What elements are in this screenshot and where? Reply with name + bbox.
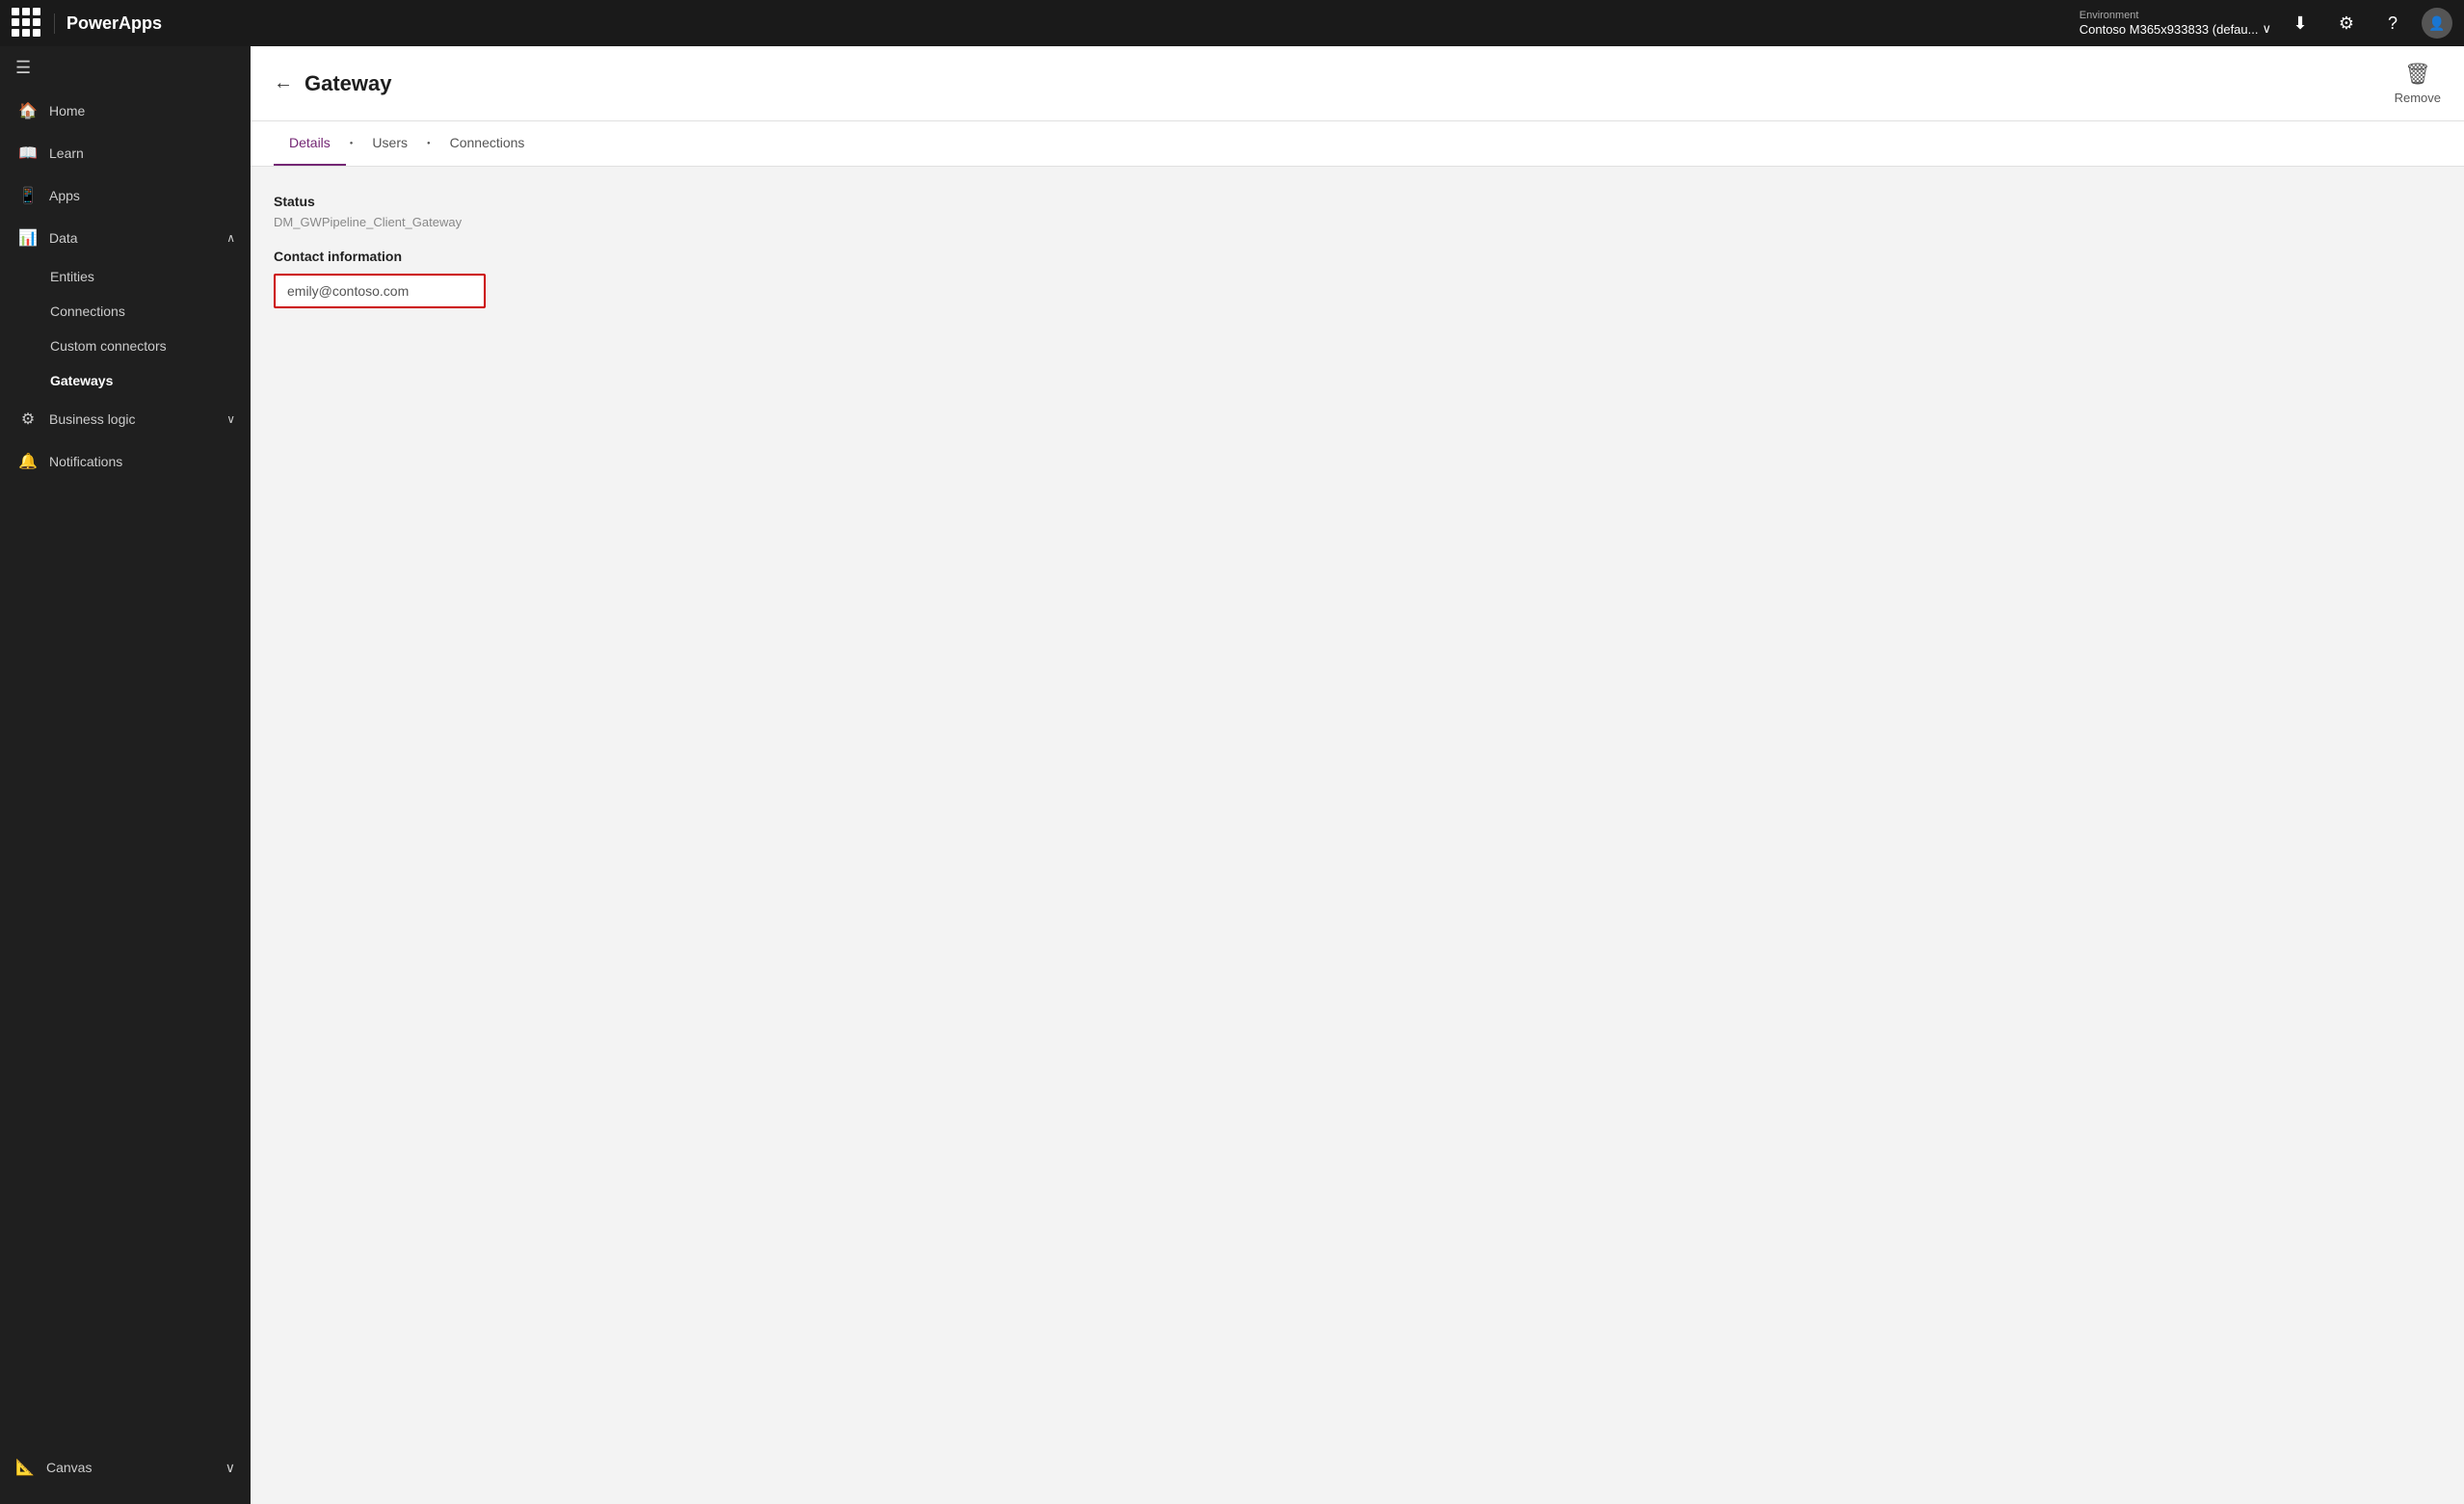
sidebar-item-label: Data <box>49 230 215 246</box>
apps-icon: 📱 <box>18 186 38 205</box>
sidebar-item-label: Learn <box>49 145 235 161</box>
notifications-icon: 🔔 <box>18 452 38 471</box>
sidebar-item-connections[interactable]: Connections <box>0 294 251 329</box>
user-avatar[interactable]: 👤 <box>2422 8 2452 39</box>
sidebar-item-label: Home <box>49 103 235 119</box>
canvas-icon: 📐 <box>15 1458 35 1477</box>
contact-label: Contact information <box>274 249 2441 264</box>
topbar: PowerApps Environment Contoso M365x93383… <box>0 0 2464 46</box>
tab-separator-1: ● <box>350 141 354 146</box>
status-label: Status <box>274 194 2441 209</box>
trash-icon: 🗑 <box>2404 62 2431 87</box>
sidebar-item-entities[interactable]: Entities <box>0 259 251 294</box>
chevron-down-icon: ∨ <box>226 412 235 426</box>
sidebar-item-label: Notifications <box>49 454 235 469</box>
sidebar-item-notifications[interactable]: 🔔 Notifications <box>0 440 251 483</box>
sidebar-item-gateways[interactable]: Gateways <box>0 363 251 398</box>
sidebar: ☰ 🏠 Home 📖 Learn 📱 Apps 📊 Data ∧ Entitie… <box>0 46 251 1504</box>
business-logic-icon: ⚙ <box>18 409 38 429</box>
sidebar-canvas-item[interactable]: 📐 Canvas ∨ <box>0 1446 251 1489</box>
data-icon: 📊 <box>18 228 38 248</box>
tab-separator-2: ● <box>427 141 431 146</box>
sidebar-item-apps[interactable]: 📱 Apps <box>0 174 251 217</box>
canvas-label: Canvas <box>46 1460 92 1475</box>
sidebar-footer: 📐 Canvas ∨ <box>0 1446 251 1489</box>
sidebar-item-label: Business logic <box>49 411 215 427</box>
waffle-menu[interactable] <box>12 8 42 39</box>
contact-email-input[interactable] <box>274 274 486 308</box>
environment-selector[interactable]: Environment Contoso M365x933833 (defau..… <box>2080 10 2271 37</box>
env-value: Contoso M365x933833 (defau... ∨ <box>2080 21 2271 37</box>
sidebar-menu-button[interactable]: ☰ <box>0 46 251 90</box>
remove-label: Remove <box>2395 91 2441 105</box>
page-header: ← Gateway 🗑 Remove <box>251 46 2464 121</box>
sidebar-item-learn[interactable]: 📖 Learn <box>0 132 251 174</box>
chevron-down-icon: ∨ <box>2262 21 2271 37</box>
sidebar-item-home[interactable]: 🏠 Home <box>0 90 251 132</box>
tab-details[interactable]: Details <box>274 121 346 166</box>
content-body: Status DM_GWPipeline_Client_Gateway Cont… <box>251 167 2464 1504</box>
download-icon[interactable]: ⬇ <box>2283 6 2318 40</box>
back-button[interactable]: ← <box>274 72 293 94</box>
main-content: ← Gateway 🗑 Remove Details ● Users ● Con… <box>251 46 2464 1504</box>
chevron-up-icon: ∧ <box>226 231 235 245</box>
tabs-bar: Details ● Users ● Connections <box>251 121 2464 167</box>
env-label: Environment <box>2080 10 2139 21</box>
sidebar-item-label: Apps <box>49 188 235 203</box>
home-icon: 🏠 <box>18 101 38 120</box>
canvas-chevron-icon: ∨ <box>225 1460 235 1476</box>
page-title: Gateway <box>305 71 2395 96</box>
sidebar-item-data[interactable]: 📊 Data ∧ <box>0 217 251 259</box>
status-value: DM_GWPipeline_Client_Gateway <box>274 215 2441 229</box>
settings-icon[interactable]: ⚙ <box>2329 6 2364 40</box>
tab-connections[interactable]: Connections <box>435 121 541 166</box>
tab-users[interactable]: Users <box>357 121 423 166</box>
remove-button[interactable]: 🗑 Remove <box>2395 62 2441 105</box>
brand-name: PowerApps <box>54 13 173 34</box>
sidebar-item-business-logic[interactable]: ⚙ Business logic ∨ <box>0 398 251 440</box>
learn-icon: 📖 <box>18 144 38 163</box>
sidebar-item-custom-connectors[interactable]: Custom connectors <box>0 329 251 363</box>
help-icon[interactable]: ? <box>2375 6 2410 40</box>
